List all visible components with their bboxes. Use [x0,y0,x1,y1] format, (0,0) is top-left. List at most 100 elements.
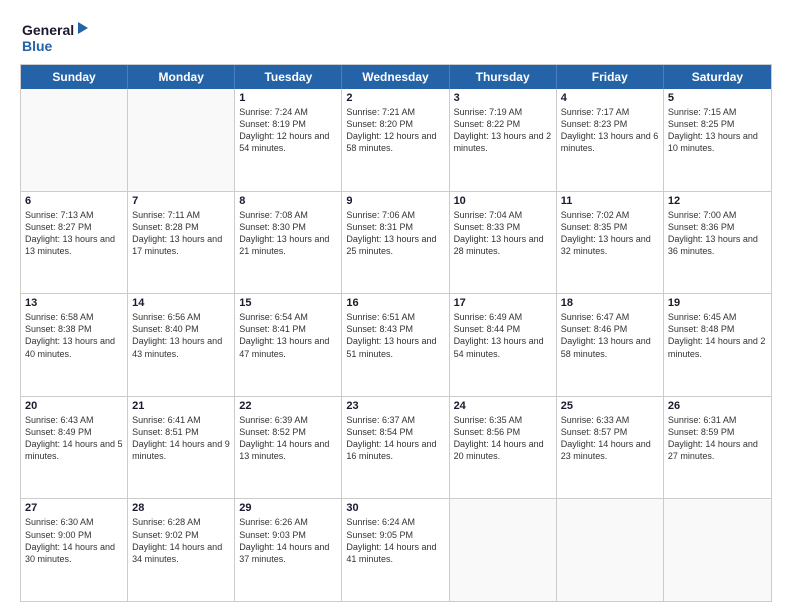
day-number: 1 [239,92,337,104]
day-number: 25 [561,400,659,412]
day-number: 10 [454,195,552,207]
day-cell-2: 2 Sunrise: 7:21 AMSunset: 8:20 PMDayligh… [342,89,449,191]
day-number: 2 [346,92,444,104]
cell-info: Sunrise: 7:24 AMSunset: 8:19 PMDaylight:… [239,107,329,153]
calendar-body: 1 Sunrise: 7:24 AMSunset: 8:19 PMDayligh… [21,89,771,601]
cell-info: Sunrise: 7:08 AMSunset: 8:30 PMDaylight:… [239,210,329,256]
day-cell-15: 15 Sunrise: 6:54 AMSunset: 8:41 PMDaylig… [235,294,342,396]
day-number: 13 [25,297,123,309]
cell-info: Sunrise: 6:24 AMSunset: 9:05 PMDaylight:… [346,517,436,563]
cell-info: Sunrise: 6:43 AMSunset: 8:49 PMDaylight:… [25,415,123,461]
cell-info: Sunrise: 7:02 AMSunset: 8:35 PMDaylight:… [561,210,651,256]
day-number: 9 [346,195,444,207]
logo: General Blue [20,18,90,56]
day-cell-14: 14 Sunrise: 6:56 AMSunset: 8:40 PMDaylig… [128,294,235,396]
day-cell-8: 8 Sunrise: 7:08 AMSunset: 8:30 PMDayligh… [235,192,342,294]
day-cell-23: 23 Sunrise: 6:37 AMSunset: 8:54 PMDaylig… [342,397,449,499]
cell-info: Sunrise: 6:30 AMSunset: 9:00 PMDaylight:… [25,517,115,563]
cell-info: Sunrise: 6:37 AMSunset: 8:54 PMDaylight:… [346,415,436,461]
day-cell-29: 29 Sunrise: 6:26 AMSunset: 9:03 PMDaylig… [235,499,342,601]
cell-info: Sunrise: 7:13 AMSunset: 8:27 PMDaylight:… [25,210,115,256]
cell-info: Sunrise: 7:11 AMSunset: 8:28 PMDaylight:… [132,210,222,256]
empty-cell-0-1 [128,89,235,191]
empty-cell-0-0 [21,89,128,191]
day-cell-13: 13 Sunrise: 6:58 AMSunset: 8:38 PMDaylig… [21,294,128,396]
cell-info: Sunrise: 7:19 AMSunset: 8:22 PMDaylight:… [454,107,552,153]
header-cell-tuesday: Tuesday [235,65,342,89]
day-number: 15 [239,297,337,309]
day-cell-19: 19 Sunrise: 6:45 AMSunset: 8:48 PMDaylig… [664,294,771,396]
empty-cell-4-6 [664,499,771,601]
day-number: 23 [346,400,444,412]
day-cell-6: 6 Sunrise: 7:13 AMSunset: 8:27 PMDayligh… [21,192,128,294]
day-number: 7 [132,195,230,207]
day-cell-10: 10 Sunrise: 7:04 AMSunset: 8:33 PMDaylig… [450,192,557,294]
cell-info: Sunrise: 6:54 AMSunset: 8:41 PMDaylight:… [239,312,329,358]
day-number: 8 [239,195,337,207]
day-number: 30 [346,502,444,514]
day-cell-22: 22 Sunrise: 6:39 AMSunset: 8:52 PMDaylig… [235,397,342,499]
cell-info: Sunrise: 7:21 AMSunset: 8:20 PMDaylight:… [346,107,436,153]
day-number: 17 [454,297,552,309]
cell-info: Sunrise: 6:26 AMSunset: 9:03 PMDaylight:… [239,517,329,563]
cell-info: Sunrise: 6:49 AMSunset: 8:44 PMDaylight:… [454,312,544,358]
day-number: 5 [668,92,767,104]
day-number: 6 [25,195,123,207]
week-row-4: 20 Sunrise: 6:43 AMSunset: 8:49 PMDaylig… [21,396,771,499]
day-cell-11: 11 Sunrise: 7:02 AMSunset: 8:35 PMDaylig… [557,192,664,294]
day-number: 20 [25,400,123,412]
day-number: 3 [454,92,552,104]
day-cell-25: 25 Sunrise: 6:33 AMSunset: 8:57 PMDaylig… [557,397,664,499]
day-cell-30: 30 Sunrise: 6:24 AMSunset: 9:05 PMDaylig… [342,499,449,601]
day-number: 21 [132,400,230,412]
day-cell-24: 24 Sunrise: 6:35 AMSunset: 8:56 PMDaylig… [450,397,557,499]
week-row-3: 13 Sunrise: 6:58 AMSunset: 8:38 PMDaylig… [21,293,771,396]
svg-text:Blue: Blue [22,38,53,54]
empty-cell-4-5 [557,499,664,601]
cell-info: Sunrise: 6:33 AMSunset: 8:57 PMDaylight:… [561,415,651,461]
day-cell-4: 4 Sunrise: 7:17 AMSunset: 8:23 PMDayligh… [557,89,664,191]
day-cell-9: 9 Sunrise: 7:06 AMSunset: 8:31 PMDayligh… [342,192,449,294]
cell-info: Sunrise: 7:17 AMSunset: 8:23 PMDaylight:… [561,107,659,153]
day-cell-26: 26 Sunrise: 6:31 AMSunset: 8:59 PMDaylig… [664,397,771,499]
header-cell-sunday: Sunday [21,65,128,89]
day-cell-12: 12 Sunrise: 7:00 AMSunset: 8:36 PMDaylig… [664,192,771,294]
cell-info: Sunrise: 7:06 AMSunset: 8:31 PMDaylight:… [346,210,436,256]
cell-info: Sunrise: 6:45 AMSunset: 8:48 PMDaylight:… [668,312,766,358]
cell-info: Sunrise: 6:56 AMSunset: 8:40 PMDaylight:… [132,312,222,358]
header-cell-thursday: Thursday [450,65,557,89]
day-number: 16 [346,297,444,309]
cell-info: Sunrise: 6:39 AMSunset: 8:52 PMDaylight:… [239,415,329,461]
header-cell-monday: Monday [128,65,235,89]
day-number: 26 [668,400,767,412]
day-number: 28 [132,502,230,514]
cell-info: Sunrise: 6:35 AMSunset: 8:56 PMDaylight:… [454,415,544,461]
day-cell-28: 28 Sunrise: 6:28 AMSunset: 9:02 PMDaylig… [128,499,235,601]
day-cell-21: 21 Sunrise: 6:41 AMSunset: 8:51 PMDaylig… [128,397,235,499]
empty-cell-4-4 [450,499,557,601]
day-number: 4 [561,92,659,104]
day-cell-5: 5 Sunrise: 7:15 AMSunset: 8:25 PMDayligh… [664,89,771,191]
cell-info: Sunrise: 6:28 AMSunset: 9:02 PMDaylight:… [132,517,222,563]
header-cell-friday: Friday [557,65,664,89]
cell-info: Sunrise: 6:31 AMSunset: 8:59 PMDaylight:… [668,415,758,461]
day-number: 12 [668,195,767,207]
header-cell-saturday: Saturday [664,65,771,89]
day-cell-27: 27 Sunrise: 6:30 AMSunset: 9:00 PMDaylig… [21,499,128,601]
cell-info: Sunrise: 7:00 AMSunset: 8:36 PMDaylight:… [668,210,758,256]
week-row-2: 6 Sunrise: 7:13 AMSunset: 8:27 PMDayligh… [21,191,771,294]
week-row-5: 27 Sunrise: 6:30 AMSunset: 9:00 PMDaylig… [21,498,771,601]
week-row-1: 1 Sunrise: 7:24 AMSunset: 8:19 PMDayligh… [21,89,771,191]
cell-info: Sunrise: 7:15 AMSunset: 8:25 PMDaylight:… [668,107,758,153]
cell-info: Sunrise: 6:51 AMSunset: 8:43 PMDaylight:… [346,312,436,358]
day-cell-3: 3 Sunrise: 7:19 AMSunset: 8:22 PMDayligh… [450,89,557,191]
day-number: 24 [454,400,552,412]
day-cell-17: 17 Sunrise: 6:49 AMSunset: 8:44 PMDaylig… [450,294,557,396]
calendar: SundayMondayTuesdayWednesdayThursdayFrid… [20,64,772,602]
svg-text:General: General [22,22,74,38]
day-cell-7: 7 Sunrise: 7:11 AMSunset: 8:28 PMDayligh… [128,192,235,294]
cell-info: Sunrise: 6:58 AMSunset: 8:38 PMDaylight:… [25,312,115,358]
day-number: 27 [25,502,123,514]
day-number: 18 [561,297,659,309]
day-cell-1: 1 Sunrise: 7:24 AMSunset: 8:19 PMDayligh… [235,89,342,191]
